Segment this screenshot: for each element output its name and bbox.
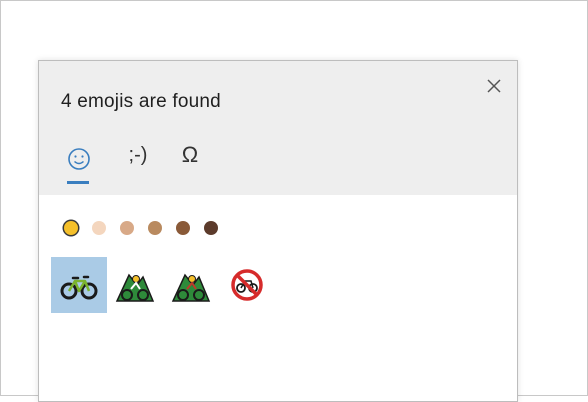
close-button[interactable] [483,75,505,97]
skin-tone-medium-dark[interactable] [176,221,190,235]
skin-tone-medium[interactable] [148,221,162,235]
smiley-face-icon [68,148,90,170]
mountain-biking-emoji [115,273,155,302]
bicycle-emoji [60,275,98,300]
emoji-panel: 4 emojis are found ;-) Ω [38,60,518,402]
skin-tone-light[interactable] [92,221,106,235]
kaomoji-icon: ;-) [128,144,148,166]
skin-tone-default[interactable] [64,221,78,235]
emoji-result-no-bicycles[interactable] [219,257,275,313]
emoji-result-bicycle[interactable] [51,257,107,313]
mountain-biking-emoji [171,273,211,302]
emoji-result-mountain-biking-2[interactable] [163,257,219,313]
tab-kaomoji[interactable]: ;-) [121,140,155,180]
emoji-result-mountain-biking-1[interactable] [107,257,163,313]
tab-symbols[interactable]: Ω [175,140,205,180]
tab-emoji[interactable] [63,143,95,183]
close-icon [487,79,501,93]
skin-tone-medium-light[interactable] [120,221,134,235]
skin-tone-dark[interactable] [204,221,218,235]
active-tab-indicator [67,181,89,184]
omega-symbol-icon: Ω [181,142,199,167]
panel-header: 4 emojis are found ;-) Ω [39,61,517,195]
no-bicycles-emoji [231,269,263,301]
panel-title: 4 emojis are found [61,91,221,112]
